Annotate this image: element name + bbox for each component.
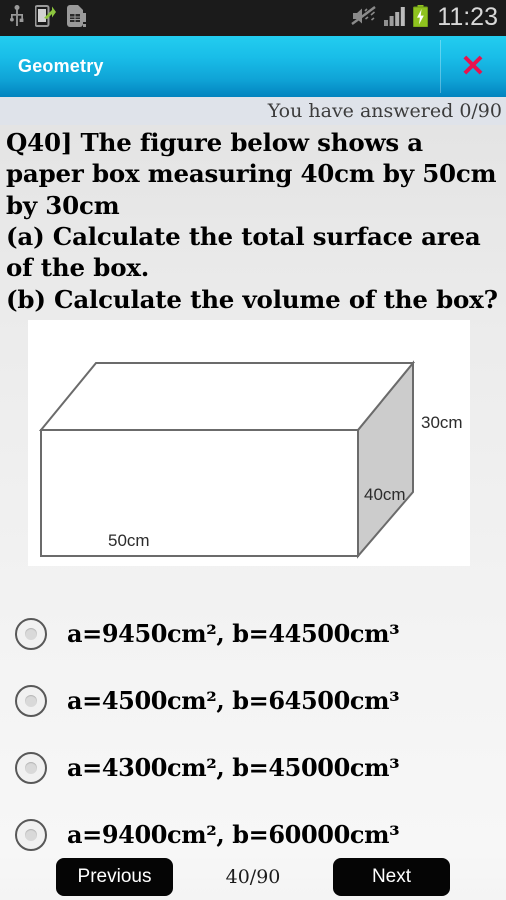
status-bar-right-icons: 11:23 xyxy=(351,2,498,32)
answer-option-row[interactable]: a=9450cm², b=44500cm³ xyxy=(0,600,506,667)
question-counter: 40/90 xyxy=(225,865,281,888)
box-top-face xyxy=(38,362,416,431)
radio-button-icon[interactable] xyxy=(15,617,47,650)
bottom-navigation-bar: Previous 40/90 Next xyxy=(0,853,506,900)
radio-button-icon[interactable] xyxy=(15,751,47,784)
usb-icon xyxy=(10,4,24,32)
paper-box-svg: 30cm 40cm 50cm xyxy=(38,360,463,559)
label-height-30cm: 30cm xyxy=(421,413,463,432)
answer-option-label: a=4500cm², b=64500cm³ xyxy=(67,686,400,715)
answer-option-label: a=9400cm², b=60000cm³ xyxy=(67,820,400,849)
answer-option-label: a=9450cm², b=44500cm³ xyxy=(67,619,400,648)
answered-count-text: You have answered 0/90 xyxy=(267,100,502,122)
close-button[interactable]: ✕ xyxy=(440,36,506,97)
page-title: Geometry xyxy=(18,56,104,76)
radio-button-icon[interactable] xyxy=(15,684,47,717)
question-text: Q40] The figure below shows a paper box … xyxy=(6,128,498,314)
answer-options-list: a=9450cm², b=44500cm³ a=4500cm², b=64500… xyxy=(0,600,506,868)
status-bar-left-icons xyxy=(10,4,86,32)
label-width-50cm: 50cm xyxy=(108,531,150,550)
radio-button-icon[interactable] xyxy=(15,818,47,851)
close-icon: ✕ xyxy=(460,49,486,83)
answer-option-row[interactable]: a=4300cm², b=45000cm³ xyxy=(0,734,506,801)
status-clock: 11:23 xyxy=(437,2,498,31)
label-depth-40cm: 40cm xyxy=(364,485,406,504)
previous-button[interactable]: Previous xyxy=(56,857,173,896)
next-button[interactable]: Next xyxy=(333,857,450,896)
app-title-bar: Geometry ✕ xyxy=(0,36,506,97)
paper-box-figure: 30cm 40cm 50cm xyxy=(28,320,470,566)
sim-card-alert-icon xyxy=(67,4,86,32)
android-status-bar: 11:23 xyxy=(0,0,506,36)
box-front-face xyxy=(40,429,359,557)
answered-progress-strip: You have answered 0/90 xyxy=(0,97,506,125)
signal-bars-icon xyxy=(384,6,406,31)
battery-charging-icon xyxy=(413,4,429,32)
answer-option-label: a=4300cm², b=45000cm³ xyxy=(67,753,400,782)
phone-transfer-icon xyxy=(34,4,56,32)
mute-vibrate-off-icon xyxy=(351,5,377,32)
answer-option-row[interactable]: a=4500cm², b=64500cm³ xyxy=(0,667,506,734)
question-scroll-area[interactable]: Q40] The figure below shows a paper box … xyxy=(0,125,506,900)
quiz-app-screen: 11:23 Geometry ✕ You have answered 0/90 … xyxy=(0,0,506,900)
